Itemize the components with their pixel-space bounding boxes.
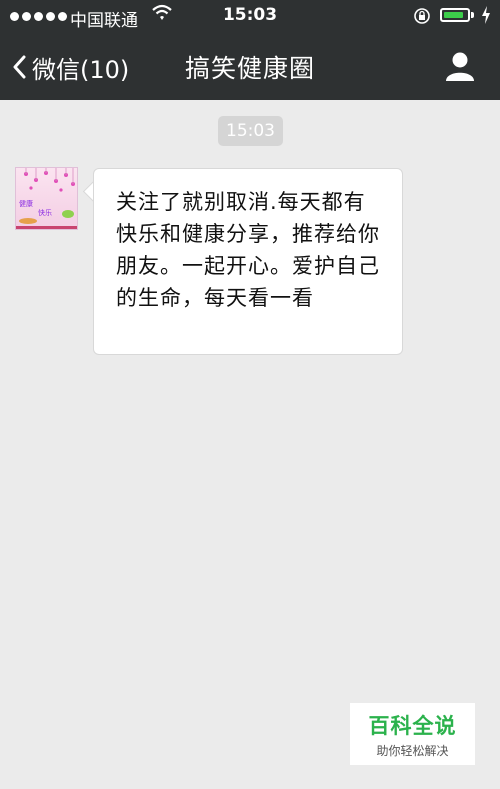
status-bar: 中国联通 15:03 bbox=[0, 0, 500, 34]
charging-icon bbox=[482, 6, 490, 24]
rotation-lock-icon bbox=[414, 8, 430, 24]
watermark-title: 百科全说 bbox=[368, 714, 457, 738]
battery-level-fill bbox=[444, 12, 463, 18]
page-title: 搞笑健康圈 bbox=[184, 54, 315, 83]
avatar-text-2: 快乐 bbox=[38, 208, 52, 217]
avatar[interactable]: 健康 快乐 bbox=[15, 167, 78, 230]
message-timestamp: 15:03 bbox=[218, 116, 283, 146]
watermark-subtitle: 助你轻松解决 bbox=[376, 744, 449, 758]
battery-tip bbox=[471, 12, 474, 18]
profile-icon[interactable] bbox=[444, 50, 476, 82]
message-text: 关注了就别取消.每天都有快乐和健康分享，推荐给你朋友。一起开心。爱护自己的生命，… bbox=[116, 190, 380, 310]
top-bar: 中国联通 15:03 微信(10) 搞笑健康圈 bbox=[0, 0, 500, 100]
avatar-image: 健康 快乐 bbox=[16, 168, 77, 229]
battery-icon bbox=[440, 8, 470, 22]
message-bubble[interactable]: 关注了就别取消.每天都有快乐和健康分享，推荐给你朋友。一起开心。爱护自己的生命，… bbox=[93, 168, 403, 355]
avatar-text-1: 健康 bbox=[19, 199, 33, 208]
watermark-logo: 百科全说 助你轻松解决 bbox=[350, 703, 475, 765]
